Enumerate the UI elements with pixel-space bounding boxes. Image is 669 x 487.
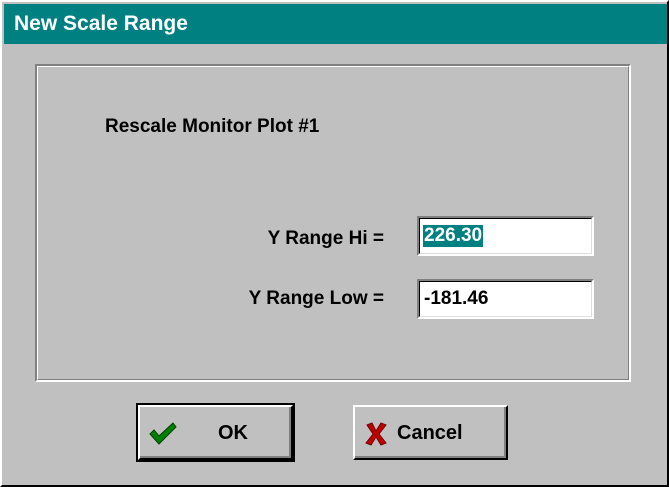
ok-button-label: OK (218, 422, 248, 444)
title-bar[interactable]: New Scale Range (4, 4, 667, 44)
checkmark-icon (149, 422, 177, 445)
group-heading: Rescale Monitor Plot #1 (105, 116, 320, 137)
x-mark-icon (365, 422, 387, 446)
y-range-hi-label: Y Range Hi = (267, 228, 384, 249)
y-range-hi-value: 226.30 (423, 225, 484, 247)
y-range-low-label: Y Range Low = (248, 288, 384, 309)
cancel-button-label: Cancel (397, 422, 463, 444)
y-range-low-input[interactable]: -181.46 (417, 279, 594, 319)
cancel-button[interactable]: Cancel (353, 405, 508, 460)
dialog-window: New Scale Range Rescale Monitor Plot #1 … (0, 0, 669, 487)
y-range-hi-input[interactable]: 226.30 (417, 216, 594, 256)
window-title: New Scale Range (14, 12, 188, 35)
ok-button[interactable]: OK (136, 403, 295, 462)
y-range-low-value: -181.46 (424, 288, 489, 309)
